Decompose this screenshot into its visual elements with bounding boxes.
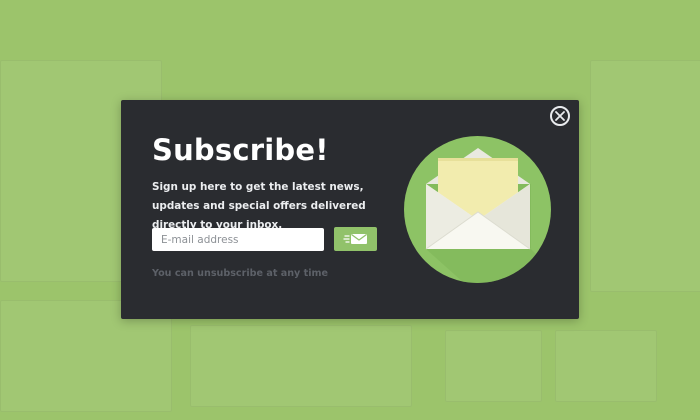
send-mail-icon (343, 233, 367, 244)
close-button[interactable] (550, 106, 570, 126)
envelope-illustration (404, 136, 551, 283)
background-block (555, 330, 657, 402)
subscribe-send-button[interactable] (334, 227, 377, 251)
open-envelope-icon (425, 148, 551, 283)
background-block (590, 60, 700, 292)
background-block (190, 325, 412, 407)
unsubscribe-note: You can unsubscribe at any time (152, 268, 329, 279)
background-block (445, 330, 542, 402)
close-icon (555, 111, 565, 121)
email-input[interactable] (152, 228, 324, 251)
modal-title: Subscribe! (152, 133, 329, 167)
